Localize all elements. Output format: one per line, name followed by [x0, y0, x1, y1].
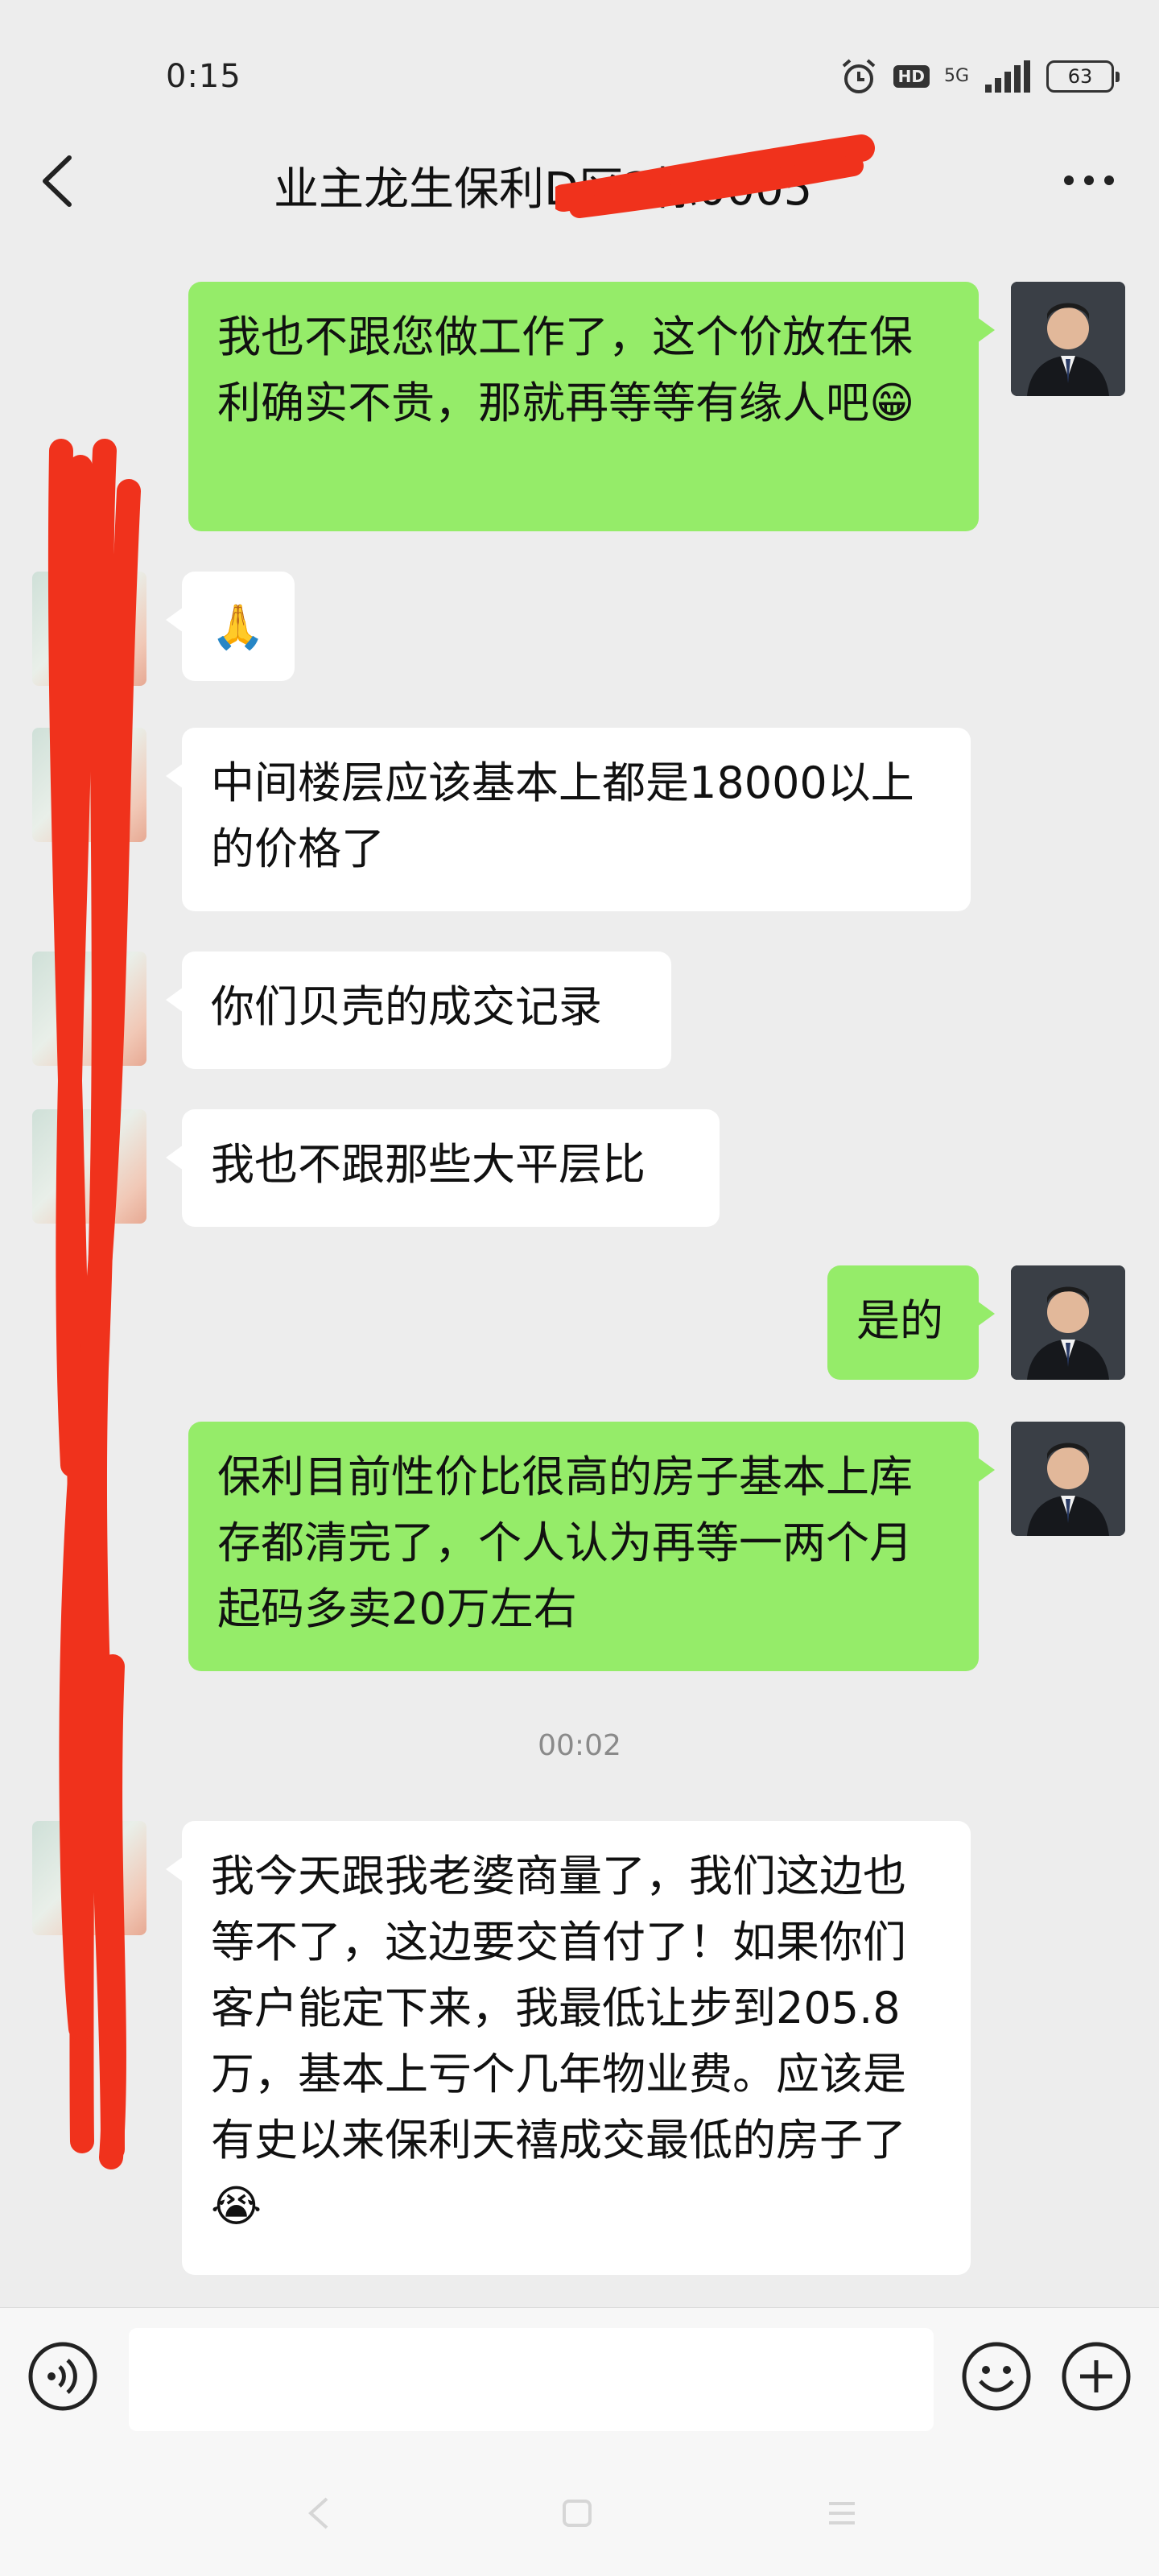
- back-triangle-icon[interactable]: [306, 2496, 330, 2531]
- avatar-self[interactable]: [1011, 282, 1125, 396]
- message-bubble-other[interactable]: 🙏: [166, 572, 295, 681]
- person-avatar-icon: [1011, 282, 1125, 396]
- voice-button[interactable]: [27, 2341, 98, 2412]
- back-button[interactable]: [39, 155, 74, 208]
- alarm-icon: [842, 59, 875, 93]
- avatar-other[interactable]: [32, 572, 146, 686]
- avatar-other[interactable]: [32, 952, 146, 1066]
- network-label: 5G: [943, 66, 969, 86]
- avatar-other[interactable]: [32, 1109, 146, 1224]
- hd-badge: HD: [893, 65, 930, 88]
- title-redaction-mark: [555, 134, 875, 218]
- battery-level: 63: [1067, 65, 1093, 88]
- message-bubble-self[interactable]: 保利目前性价比很高的房子基本上库存都清完了，个人认为再等一两个月起码多卖20万左…: [188, 1422, 995, 1671]
- avatar-other[interactable]: [32, 1821, 146, 1935]
- message-bubble-other[interactable]: 我也不跟那些大平层比: [166, 1109, 720, 1227]
- message-bubble-other[interactable]: 我今天跟我老婆商量了，我们这边也等不了，这边要交首付了！如果你们客户能定下来，我…: [166, 1821, 971, 2275]
- message-bubble-self[interactable]: 我也不跟您做工作了，这个价放在保利确实不贵，那就再等等有缘人吧😁: [188, 282, 995, 531]
- home-square-icon[interactable]: [562, 2499, 592, 2528]
- plus-button[interactable]: [1061, 2341, 1132, 2412]
- avatar-self[interactable]: [1011, 1422, 1125, 1536]
- more-button[interactable]: [1061, 172, 1117, 188]
- signal-icon: [985, 60, 1030, 93]
- message-input[interactable]: [129, 2328, 934, 2431]
- status-bar: 0:15 HD 5G 63: [0, 0, 1159, 153]
- person-avatar-icon: [1011, 1422, 1125, 1536]
- battery-icon: 63: [1046, 60, 1120, 93]
- avatar-self[interactable]: [1011, 1265, 1125, 1380]
- avatar-other[interactable]: [32, 728, 146, 842]
- message-bubble-self[interactable]: 是的: [827, 1265, 995, 1380]
- chat-timestamp: 00:02: [538, 1729, 621, 1762]
- message-bubble-other[interactable]: 中间楼层应该基本上都是18000以上的价格了: [166, 728, 971, 911]
- emoji-button[interactable]: [961, 2341, 1032, 2412]
- message-bubble-other[interactable]: 你们贝壳的成交记录: [166, 952, 671, 1069]
- menu-lines-icon[interactable]: [826, 2499, 858, 2528]
- status-icons: HD 5G 63: [839, 56, 1120, 97]
- person-avatar-icon: [1011, 1265, 1125, 1380]
- status-time: 0:15: [166, 58, 241, 95]
